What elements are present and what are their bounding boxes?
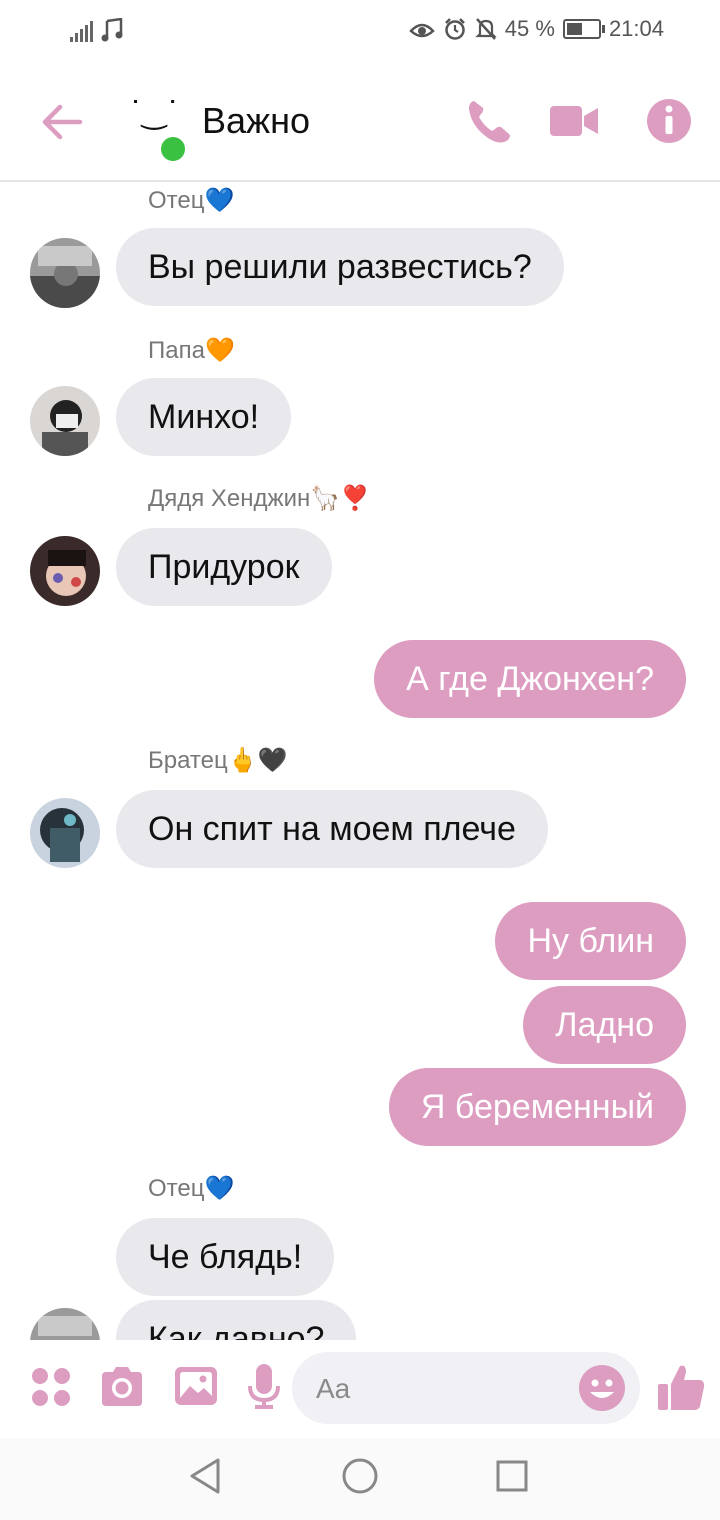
nav-recents-icon[interactable] [492,1456,532,1496]
nav-back-icon[interactable] [186,1456,226,1496]
message-input[interactable] [314,1366,568,1412]
message-bubble-incoming[interactable]: Он спит на моем плече [116,790,548,868]
video-camera-icon[interactable] [548,96,598,146]
chat-header: ˙‿˙ Важно [0,62,720,182]
message-input-pill[interactable] [292,1352,640,1424]
message-bubble-outgoing[interactable]: Ну блин [495,902,686,980]
sender-name: Братец🖕🖤 [148,747,288,774]
avatar-uncle[interactable] [30,536,100,606]
back-arrow-icon[interactable] [38,98,86,146]
avatar-face: ˙‿˙ [128,96,180,131]
status-right: 45 % 21:04 [409,16,664,42]
battery-fill [566,23,583,35]
phone-icon[interactable] [464,96,514,146]
avatar-father[interactable] [30,1308,100,1340]
group-avatar[interactable]: ˙‿˙ [122,94,188,164]
sender-name: Отец💙 [148,187,235,214]
composer-bar [0,1342,720,1438]
mute-bell-icon [475,18,497,40]
avatar-papa[interactable] [30,386,100,456]
sender-name: Отец💙 [148,1175,235,1202]
message-list[interactable]: Отец💙 Вы решили развестись? Папа🧡 Минхо!… [0,182,720,1340]
avatar-brother[interactable] [30,798,100,868]
sender-name: Папа🧡 [148,337,235,364]
alarm-icon [444,18,465,40]
message-bubble-incoming[interactable]: Че блядь! [116,1218,335,1296]
eye-icon [409,23,435,38]
battery-icon [562,19,605,39]
status-bar: 45 % 21:04 [0,0,720,62]
camera-icon[interactable] [98,1362,146,1410]
message-bubble-incoming[interactable]: Как давно? [116,1300,357,1340]
emoji-icon[interactable] [578,1364,626,1412]
signal-icon [70,20,93,42]
message-bubble-outgoing[interactable]: Я беременный [388,1068,686,1146]
message-bubble-incoming[interactable]: Вы решили развестись? [116,228,564,306]
status-left [70,18,123,42]
gallery-icon[interactable] [172,1362,220,1410]
message-bubble-outgoing[interactable]: Ладно [523,986,686,1064]
sender-name: Дядя Хенджин🦙❣️ [148,485,371,512]
battery-percent: 45 % [504,16,555,41]
clock: 21:04 [608,16,664,41]
message-bubble-outgoing[interactable]: А где Джонхен? [374,640,686,718]
apps-grid-icon[interactable] [28,1362,76,1410]
music-note-icon [101,18,123,42]
avatar-father[interactable] [30,238,100,308]
message-bubble-incoming[interactable]: Придурок [116,528,332,606]
microphone-icon[interactable] [240,1362,288,1410]
chat-title[interactable]: Важно [202,100,310,142]
info-icon[interactable] [644,96,694,146]
nav-home-icon[interactable] [340,1456,380,1496]
system-nav-bar [0,1438,720,1520]
thumbs-up-icon[interactable] [656,1362,706,1412]
message-bubble-incoming[interactable]: Минхо! [116,378,292,456]
online-indicator [158,134,188,164]
